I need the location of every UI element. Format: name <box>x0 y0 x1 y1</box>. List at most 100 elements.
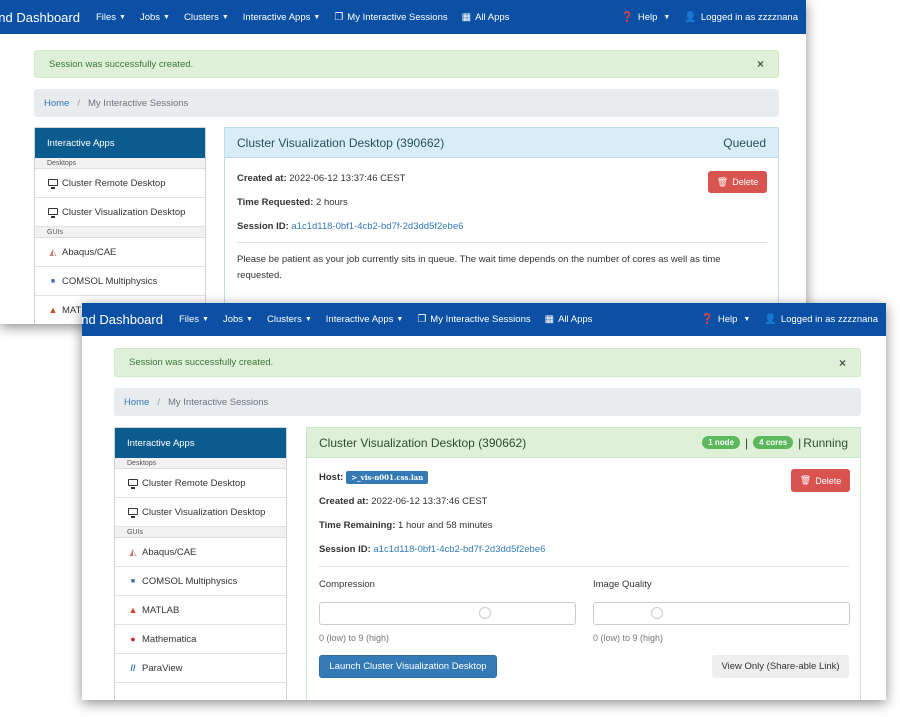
nav-clusters[interactable]: Clusters ▼ <box>267 314 312 325</box>
compression-slider[interactable] <box>319 602 576 625</box>
image-quality-slider-handle[interactable] <box>651 607 663 619</box>
divider <box>237 242 767 243</box>
nav-my-sessions-label: My Interactive Sessions <box>347 11 448 23</box>
alert-text: Session was successfully created. <box>129 357 274 368</box>
caret-down-icon: ▼ <box>313 13 321 21</box>
time-remaining-value: 1 hour and 58 minutes <box>398 520 493 531</box>
abaqus-icon: ◭ <box>129 546 137 557</box>
queue-message: Please be patient as your job currently … <box>237 254 721 281</box>
nav-help-label: Help <box>717 314 738 325</box>
question-circle-icon: ❓ <box>701 314 714 325</box>
sidebar-item-label: Abaqus/CAE <box>142 546 197 558</box>
nav-jobs[interactable]: Jobs ▼ <box>140 12 170 23</box>
time-requested-row: Time Requested: 2 hours <box>237 197 348 208</box>
status-separator: | <box>745 435 749 450</box>
nav-clusters[interactable]: Clusters ▼ <box>184 12 229 23</box>
monitor-icon <box>46 207 60 218</box>
nav-my-sessions[interactable]: ❐ My Interactive Sessions <box>334 12 447 23</box>
nav-interactive-apps[interactable]: Interactive Apps ▼ <box>243 12 321 23</box>
created-label: Created at: <box>237 173 287 184</box>
delete-button[interactable]: 🗑 Delete <box>708 171 767 193</box>
grid-icon: ▦ <box>544 314 555 325</box>
sidebar-item-matlab[interactable]: ▲ MATLAB <box>115 596 286 625</box>
caret-down-icon: ▼ <box>304 316 312 323</box>
session-title: Cluster Visualization Desktop (390662) <box>237 135 445 150</box>
breadcrumb-home[interactable]: Home <box>124 397 149 408</box>
caret-down-icon: ▼ <box>221 13 229 21</box>
sidebar-item-remote-desktop[interactable]: Cluster Remote Desktop <box>35 169 205 198</box>
nav-help-label: Help <box>637 11 658 23</box>
breadcrumb-home[interactable]: Home <box>44 98 69 109</box>
nav-jobs-label: Jobs <box>222 314 244 325</box>
nav-interactive-apps-label: Interactive Apps <box>325 314 394 325</box>
session-status-group: 1 node | 4 cores | Running <box>699 436 848 450</box>
user-icon: 👤 <box>684 11 697 23</box>
launch-desktop-button[interactable]: Launch Cluster Visualization Desktop <box>319 655 497 678</box>
sidebar-item-remote-desktop[interactable]: Cluster Remote Desktop <box>115 469 286 498</box>
created-label: Created at: <box>319 496 369 507</box>
top-navbar: emand Dashboard Files▼ Jobs▼ Clusters▼ I… <box>82 303 886 336</box>
sidebar-item-comsol[interactable]: ■ COMSOL Multiphysics <box>115 567 286 596</box>
nav-all-apps[interactable]: ▦ All Apps <box>545 314 593 325</box>
nav-all-apps[interactable]: ▦ All Apps <box>462 12 510 23</box>
nav-files[interactable]: Files ▼ <box>179 314 209 325</box>
session-panel-queued: Cluster Visualization Desktop (390662) Q… <box>224 127 779 324</box>
caret-down-icon: ▼ <box>202 316 209 323</box>
sidebar-category-guis: GUIs <box>115 527 286 538</box>
host-row: Host: >_vis-n001.css.lan <box>319 471 429 484</box>
nav-interactive-apps-label: Interactive Apps <box>242 11 311 23</box>
nav-jobs[interactable]: Jobs ▼ <box>223 314 253 325</box>
image-quality-help: 0 (low) to 9 (high) <box>593 633 664 643</box>
sidebar-item-mathematica[interactable]: ● Mathematica <box>115 625 286 654</box>
sidebar-item-paraview[interactable]: // ParaView <box>115 654 286 683</box>
nav-help[interactable]: ❓ Help ▼ <box>621 12 670 23</box>
sessions-icon: ❐ <box>417 314 427 325</box>
sidebar-header: Interactive Apps <box>115 428 286 458</box>
session-status: Running <box>803 435 848 450</box>
time-requested-label: Time Requested: <box>237 197 314 208</box>
user-icon: 👤 <box>764 314 777 325</box>
image-quality-slider[interactable] <box>593 602 850 625</box>
close-icon[interactable]: × <box>839 356 846 370</box>
session-id-link[interactable]: a1c1d118-0bf1-4cb2-bd7f-2d3dd5f2ebe6 <box>373 544 545 555</box>
nav-files[interactable]: Files ▼ <box>96 12 126 23</box>
breadcrumb-separator: / <box>77 97 80 109</box>
compression-slider-handle[interactable] <box>479 607 491 619</box>
nav-my-sessions[interactable]: ❐ My Interactive Sessions <box>417 314 530 325</box>
nav-clusters-label: Clusters <box>183 11 219 23</box>
sidebar-item-abaqus[interactable]: ◭ Abaqus/CAE <box>35 238 205 267</box>
nav-interactive-apps[interactable]: Interactive Apps ▼ <box>326 314 404 325</box>
delete-label: Delete <box>815 475 842 486</box>
brand-title[interactable]: emand Dashboard <box>0 10 80 25</box>
sidebar-item-label: Abaqus/CAE <box>62 246 117 258</box>
sidebar-item-vis-desktop[interactable]: Cluster Visualization Desktop <box>115 498 286 527</box>
sidebar-item-label: Cluster Visualization Desktop <box>142 506 266 518</box>
session-id-link[interactable]: a1c1d118-0bf1-4cb2-bd7f-2d3dd5f2ebe6 <box>291 221 463 232</box>
status-separator: | <box>798 435 802 450</box>
sidebar-item-abaqus[interactable]: ◭ Abaqus/CAE <box>115 538 286 567</box>
running-session-screenshot: emand Dashboard Files▼ Jobs▼ Clusters▼ I… <box>82 303 886 700</box>
sidebar-category-guis: GUIs <box>35 227 205 238</box>
delete-button[interactable]: 🗑 Delete <box>791 469 850 492</box>
brand-title[interactable]: emand Dashboard <box>82 312 163 327</box>
compression-help: 0 (low) to 9 (high) <box>319 633 390 643</box>
alert-text: Session was successfully created. <box>49 58 194 70</box>
host-badge[interactable]: >_vis-n001.css.lan <box>346 471 429 484</box>
mathematica-icon: ● <box>130 634 136 644</box>
session-id-label: Session ID: <box>319 544 371 555</box>
sidebar-item-comsol[interactable]: ■ COMSOL Multiphysics <box>35 267 205 296</box>
close-icon[interactable]: × <box>757 57 764 71</box>
created-row: Created at: 2022-06-12 13:37:46 CEST <box>237 173 405 184</box>
sidebar-item-label: Cluster Remote Desktop <box>62 177 166 189</box>
matlab-icon: ▲ <box>128 605 138 615</box>
delete-label: Delete <box>732 177 759 187</box>
view-only-button[interactable]: View Only (Share-able Link) <box>712 655 849 678</box>
divider <box>319 566 849 567</box>
sidebar: Interactive Apps Desktops Cluster Remote… <box>114 427 287 700</box>
nav-login-label: Logged in as zzzznana <box>780 314 878 325</box>
nav-help[interactable]: ❓ Help ▼ <box>701 314 750 325</box>
time-remaining-label: Time Remaining: <box>319 520 396 531</box>
nav-login: 👤 Logged in as zzzznana <box>684 12 798 23</box>
sidebar-item-vis-desktop[interactable]: Cluster Visualization Desktop <box>35 198 205 227</box>
caret-down-icon: ▼ <box>396 316 404 323</box>
